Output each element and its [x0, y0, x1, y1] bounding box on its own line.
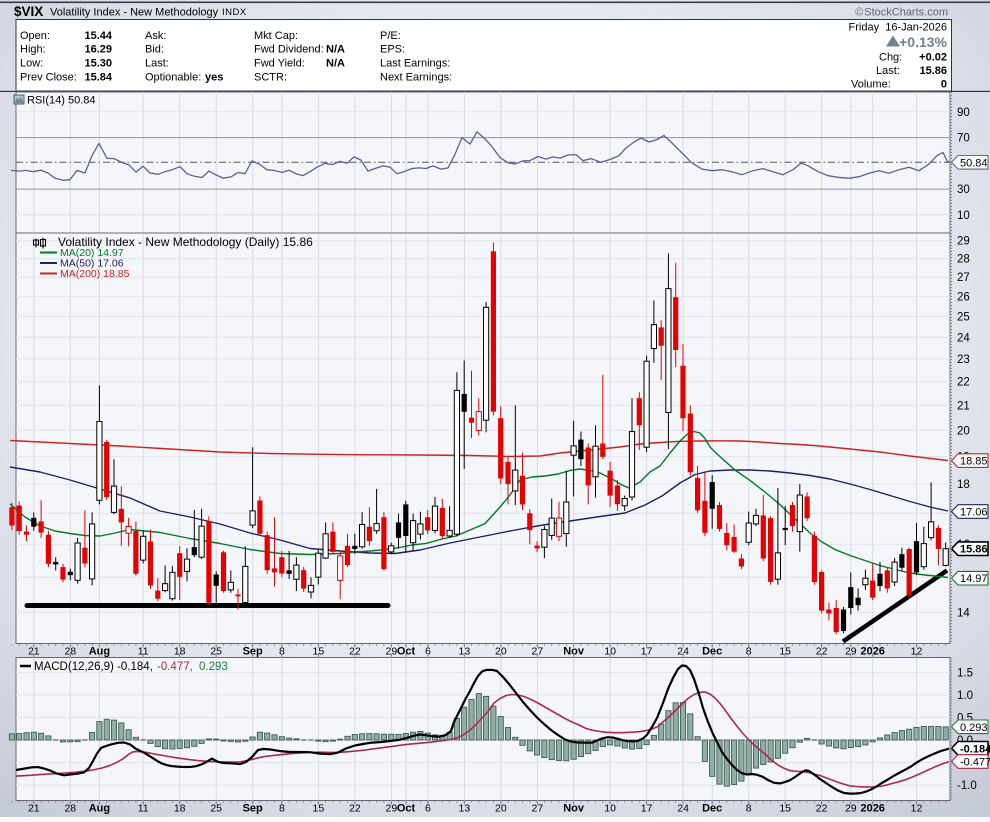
svg-text:23: 23 — [957, 354, 970, 366]
svg-text:Next Earnings:: Next Earnings: — [380, 72, 452, 84]
svg-text:14.97: 14.97 — [960, 573, 988, 585]
svg-text:18.85: 18.85 — [960, 456, 988, 468]
svg-text:Fwd Yield:: Fwd Yield: — [254, 58, 305, 70]
svg-text:Prev Close:: Prev Close: — [20, 72, 77, 84]
svg-text:0.293: 0.293 — [199, 661, 228, 673]
svg-text:90: 90 — [957, 107, 970, 119]
svg-text:0.293: 0.293 — [960, 722, 988, 734]
svg-text:22: 22 — [957, 377, 970, 389]
svg-text:yes: yes — [205, 72, 223, 84]
svg-text:Volume:: Volume: — [851, 79, 891, 91]
svg-text:MA(200) 18.85: MA(200) 18.85 — [60, 268, 130, 280]
svg-text:Last:: Last: — [145, 58, 169, 70]
svg-text:24: 24 — [957, 332, 970, 344]
svg-text:P/E:: P/E: — [380, 30, 401, 42]
svg-text:20: 20 — [957, 425, 970, 437]
svg-text:High:: High: — [20, 44, 46, 56]
svg-text:14: 14 — [957, 607, 970, 619]
svg-text:21: 21 — [957, 400, 970, 412]
svg-text:18: 18 — [957, 479, 970, 491]
svg-text:16.29: 16.29 — [84, 44, 112, 56]
svg-text:-0.477,: -0.477, — [157, 661, 193, 673]
svg-text:15.86: 15.86 — [919, 65, 947, 77]
svg-text:+0.02: +0.02 — [919, 52, 947, 64]
svg-text:N/A: N/A — [326, 44, 345, 56]
svg-text:Last:: Last: — [876, 65, 900, 77]
svg-text:25: 25 — [957, 312, 970, 324]
svg-text:MACD(12,26,9) -0.184,: MACD(12,26,9) -0.184, — [34, 661, 153, 673]
svg-text:70: 70 — [957, 133, 970, 145]
svg-text:10: 10 — [957, 210, 970, 222]
svg-text:$VIX: $VIX — [14, 4, 43, 19]
svg-text:Friday 16-Jan-2026: Friday 16-Jan-2026 — [849, 22, 947, 34]
svg-text:-0.477: -0.477 — [960, 757, 990, 769]
svg-text:-0.184: -0.184 — [960, 743, 990, 755]
svg-text:28: 28 — [957, 254, 970, 266]
svg-text:SCTR:: SCTR: — [254, 72, 287, 84]
svg-text:15.84: 15.84 — [84, 72, 112, 84]
svg-text:EPS:: EPS: — [380, 44, 405, 56]
svg-text:INDX: INDX — [222, 7, 247, 18]
svg-text:+0.13%: +0.13% — [899, 34, 947, 50]
svg-text:15.44: 15.44 — [84, 30, 112, 42]
svg-text:© StockCharts.com: © StockCharts.com — [855, 7, 948, 19]
svg-text:27: 27 — [957, 272, 970, 284]
svg-text:Chg:: Chg: — [879, 52, 902, 64]
svg-text:Volatility Index - New Methodo: Volatility Index - New Methodology — [50, 7, 219, 19]
svg-text:15.86: 15.86 — [960, 544, 988, 556]
svg-text:30: 30 — [957, 184, 970, 196]
svg-text:Low:: Low: — [20, 58, 43, 70]
svg-text:1.5: 1.5 — [957, 668, 973, 680]
svg-text:26: 26 — [957, 291, 970, 303]
svg-text:-1.0: -1.0 — [957, 780, 977, 792]
svg-text:50.84: 50.84 — [960, 157, 988, 169]
svg-text:Bid:: Bid: — [145, 44, 164, 56]
svg-text:Mkt Cap:: Mkt Cap: — [254, 30, 298, 42]
svg-text:Ask:: Ask: — [145, 30, 166, 42]
svg-text:Last Earnings:: Last Earnings: — [380, 58, 450, 70]
svg-text:17.06: 17.06 — [960, 507, 988, 519]
svg-text:29: 29 — [957, 236, 970, 248]
svg-text:N/A: N/A — [326, 58, 345, 70]
svg-text:15.30: 15.30 — [84, 58, 112, 70]
svg-text:Open:: Open: — [20, 30, 50, 42]
svg-text:Fwd Dividend:: Fwd Dividend: — [254, 44, 324, 56]
svg-text:RSI(14) 50.84: RSI(14) 50.84 — [27, 95, 95, 107]
svg-text:0: 0 — [941, 79, 947, 91]
svg-text:Optionable:: Optionable: — [145, 72, 201, 84]
svg-text:1.0: 1.0 — [957, 690, 973, 702]
